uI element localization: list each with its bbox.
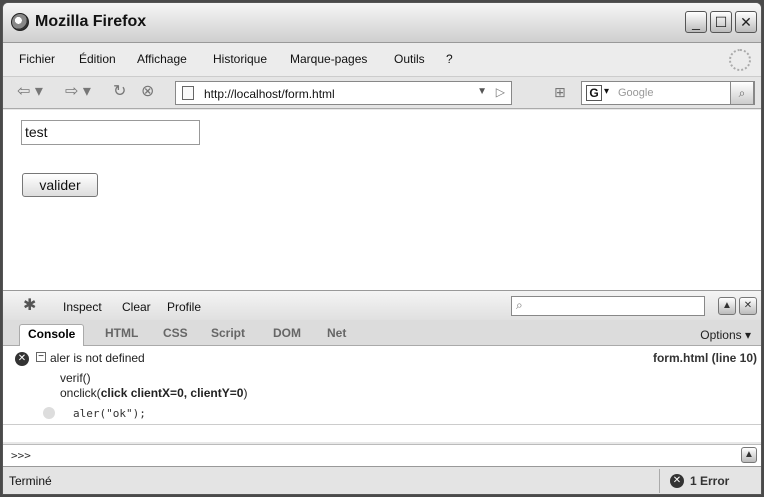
stop-icon[interactable]: ⊗: [141, 81, 154, 103]
stack-frame-verif[interactable]: verif(): [60, 371, 91, 385]
go-icon[interactable]: ▷: [496, 85, 505, 99]
maximize-button[interactable]: ☐: [710, 11, 732, 33]
google-engine-icon[interactable]: G: [586, 85, 602, 101]
menu-bar: Fichier Édition Affichage Historique Mar…: [3, 43, 761, 77]
stack-frame-onclick-event: click clientX=0, clientY=0: [100, 386, 244, 400]
menu-edition[interactable]: Édition: [79, 52, 116, 66]
tab-dom[interactable]: DOM: [265, 324, 309, 346]
menu-help[interactable]: ?: [446, 52, 453, 66]
inspect-button[interactable]: Inspect: [63, 300, 102, 314]
stack-frame-onclick[interactable]: onclick(click clientX=0, clientY=0): [60, 386, 247, 400]
valider-button[interactable]: valider: [22, 173, 98, 197]
close-button[interactable]: ✕: [735, 11, 757, 33]
navigation-bar: ⇦ ▾ ⇨ ▾ ↻ ⊗ http://localhost/form.html ▼…: [3, 77, 761, 109]
command-line[interactable]: >>> ▲: [3, 444, 761, 466]
breakpoint-icon[interactable]: [43, 407, 55, 419]
error-message[interactable]: aler is not defined: [50, 351, 145, 365]
search-icon: ⌕: [516, 298, 523, 312]
window-title: Mozilla Firefox: [35, 13, 147, 30]
search-box[interactable]: G ▾ Google ⌕: [581, 81, 755, 105]
expand-command-icon[interactable]: ▲: [741, 447, 757, 463]
firebug-close-icon[interactable]: ✕: [739, 297, 757, 315]
tab-css[interactable]: CSS: [155, 324, 196, 346]
tab-console[interactable]: Console: [19, 324, 85, 346]
clear-button[interactable]: Clear: [122, 300, 151, 314]
firebug-tabs: Console HTML CSS Script DOM Net Options …: [3, 320, 761, 346]
menu-fichier[interactable]: Fichier: [19, 52, 55, 66]
menu-marque-pages[interactable]: Marque-pages: [290, 52, 367, 66]
console-separator: [3, 424, 761, 425]
url-dropdown-icon[interactable]: ▼: [477, 86, 487, 97]
error-icon: ✕: [15, 352, 29, 366]
firebug-search-input[interactable]: ⌕: [511, 296, 705, 316]
error-count[interactable]: 1 Error: [690, 474, 729, 488]
title-bar: Mozilla Firefox _ ☐ ✕: [3, 3, 761, 43]
error-source-link[interactable]: form.html (line 10): [653, 351, 757, 365]
reload-icon[interactable]: ↻: [113, 81, 126, 103]
firefox-logo-icon: [11, 13, 29, 31]
page-icon: [182, 86, 194, 100]
url-bar[interactable]: http://localhost/form.html ▼ ▷: [175, 81, 512, 105]
menu-historique[interactable]: Historique: [213, 52, 267, 66]
text-input[interactable]: test: [21, 120, 200, 145]
tab-script[interactable]: Script: [203, 324, 253, 346]
status-bar: Terminé ✕ 1 Error: [3, 466, 761, 494]
bookmark-page-icon[interactable]: ⊞: [554, 81, 566, 103]
tab-html[interactable]: HTML: [97, 324, 146, 346]
command-prompt: >>>: [11, 449, 31, 462]
url-text[interactable]: http://localhost/form.html: [204, 87, 335, 101]
error-count-panel[interactable]: ✕ 1 Error: [659, 469, 745, 493]
firebug-toolbar: ✱ Inspect Clear Profile ⌕ ▲ ✕: [3, 290, 761, 320]
menu-outils[interactable]: Outils: [394, 52, 425, 66]
minimize-button[interactable]: _: [685, 11, 707, 33]
stack-frame-onclick-prefix: onclick(: [60, 386, 101, 400]
back-icon[interactable]: ⇦ ▾: [17, 81, 43, 103]
search-placeholder[interactable]: Google: [618, 87, 653, 99]
firebug-detach-icon[interactable]: ▲: [718, 297, 736, 315]
collapse-toggle-icon[interactable]: −: [36, 352, 46, 362]
error-icon: ✕: [670, 474, 684, 488]
page-content: test valider: [3, 110, 761, 290]
forward-icon[interactable]: ⇨ ▾: [65, 81, 91, 103]
firebug-icon[interactable]: ✱: [23, 295, 45, 315]
options-menu[interactable]: Options ▾: [700, 328, 751, 342]
search-icon[interactable]: ⌕: [730, 81, 754, 105]
engine-dropdown-icon[interactable]: ▾: [604, 86, 609, 97]
stack-frame-onclick-suffix: ): [243, 386, 248, 400]
menu-affichage[interactable]: Affichage: [137, 52, 187, 66]
profile-button[interactable]: Profile: [167, 300, 201, 314]
status-text: Terminé: [9, 474, 52, 488]
error-code-line: aler("ok");: [73, 407, 146, 420]
throbber-icon: [729, 49, 751, 71]
browser-window: Mozilla Firefox _ ☐ ✕ Fichier Édition Af…: [2, 2, 762, 495]
tab-net[interactable]: Net: [319, 324, 354, 346]
console-panel: ✕ − aler is not defined form.html (line …: [3, 346, 761, 442]
